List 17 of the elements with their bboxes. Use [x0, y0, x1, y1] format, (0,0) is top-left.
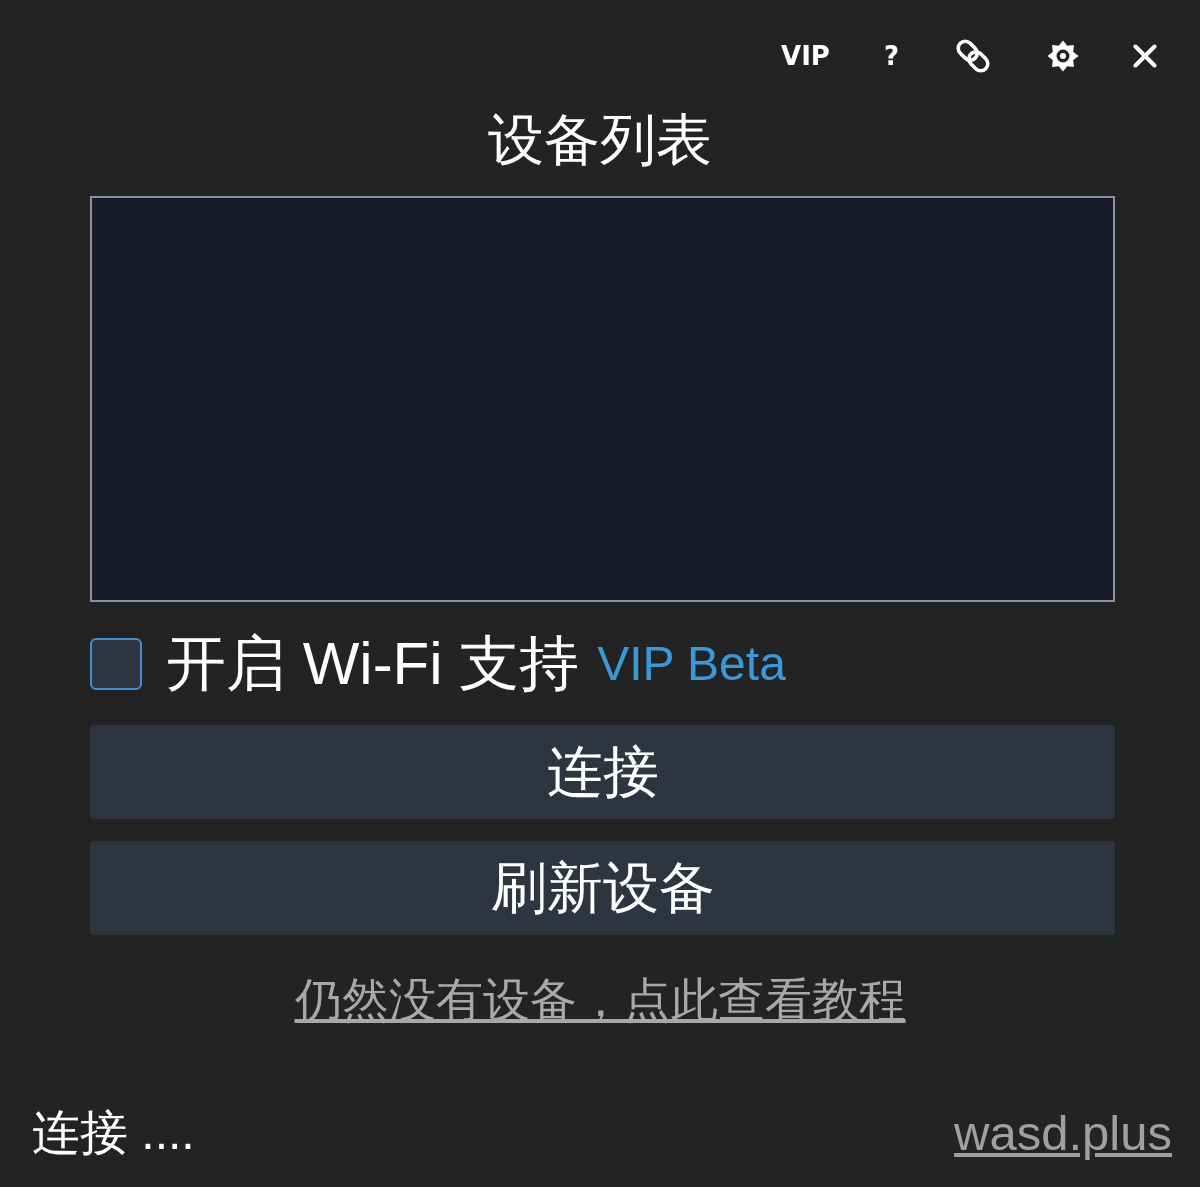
settings-icon — [1047, 40, 1079, 72]
window-title: 设备列表 — [488, 108, 712, 172]
settings-button[interactable] — [1047, 40, 1079, 72]
wifi-label: 开启 Wi-Fi 支持 — [166, 632, 580, 696]
connect-button[interactable]: 连接 — [90, 725, 1115, 819]
tutorial-link[interactable]: 仍然没有设备，点此查看教程 — [294, 972, 906, 1028]
vip-beta-label: VIP Beta — [597, 636, 786, 692]
refresh-button[interactable]: 刷新设备 — [90, 841, 1115, 935]
vip-button[interactable]: VIP — [781, 41, 830, 71]
link-icon — [953, 36, 993, 76]
close-icon — [1133, 44, 1157, 68]
website-link[interactable]: wasd.plus — [954, 1105, 1172, 1161]
help-button[interactable]: ? — [883, 41, 899, 71]
close-button[interactable] — [1133, 44, 1157, 68]
link-button[interactable] — [953, 36, 993, 76]
wifi-checkbox[interactable] — [90, 638, 142, 690]
status-text: 连接 .... — [32, 1105, 195, 1161]
